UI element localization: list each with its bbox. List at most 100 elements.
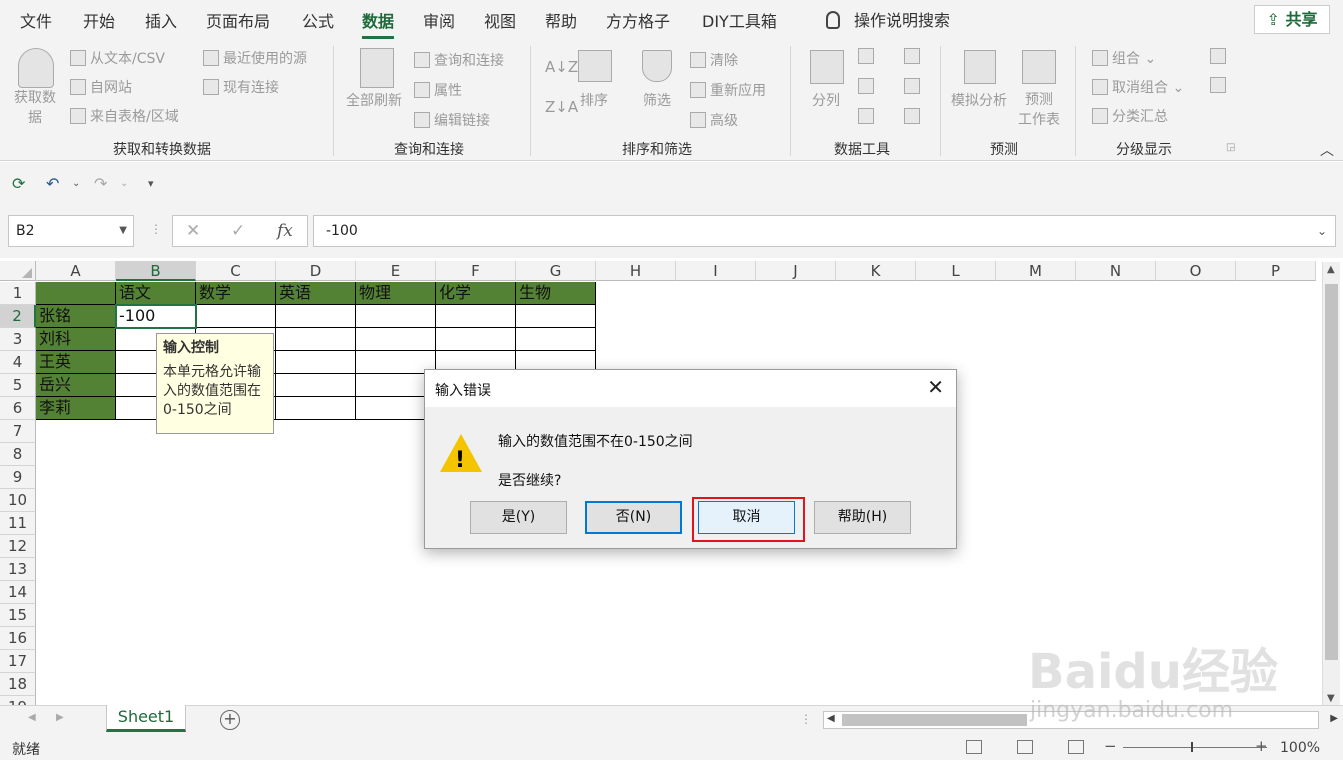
page-layout-view-icon[interactable] xyxy=(1017,740,1033,754)
expand-formula-icon[interactable]: ⌄ xyxy=(1317,216,1327,246)
zoom-out-icon[interactable]: − xyxy=(1104,737,1117,755)
row-header-12[interactable]: 12 xyxy=(0,535,36,558)
column-header-i[interactable]: I xyxy=(676,261,756,281)
vertical-scrollbar[interactable]: ▲ ▼ xyxy=(1322,262,1340,706)
column-header-b[interactable]: B xyxy=(116,261,196,281)
cell-a5[interactable]: 岳兴 xyxy=(36,374,116,397)
collapse-ribbon-icon[interactable]: ︿ xyxy=(1320,140,1334,160)
close-icon[interactable]: ✕ xyxy=(927,375,944,399)
autosave-icon[interactable]: ⟳ xyxy=(12,174,25,193)
row-header-4[interactable]: 4 xyxy=(0,351,36,374)
what-if-button[interactable]: 模拟分析 xyxy=(951,90,1007,110)
scroll-right-icon[interactable]: ▶ xyxy=(1330,713,1338,724)
text-to-columns-button[interactable]: 分列 xyxy=(812,90,840,110)
vertical-scroll-thumb[interactable] xyxy=(1325,284,1338,660)
hide-detail-button[interactable] xyxy=(1210,77,1230,94)
row-header-15[interactable]: 15 xyxy=(0,604,36,627)
next-sheet-icon[interactable]: ▶ xyxy=(56,712,64,723)
no-button[interactable]: 否(N) xyxy=(585,501,682,534)
cell-f2[interactable] xyxy=(436,305,516,328)
column-header-j[interactable]: J xyxy=(756,261,836,281)
tab-formulas[interactable]: 公式 xyxy=(302,8,334,32)
column-header-o[interactable]: O xyxy=(1156,261,1236,281)
cell-e3[interactable] xyxy=(356,328,436,351)
row-header-7[interactable]: 7 xyxy=(0,420,36,443)
row-header-5[interactable]: 5 xyxy=(0,374,36,397)
column-header-k[interactable]: K xyxy=(836,261,916,281)
cell-a6[interactable]: 李莉 xyxy=(36,397,116,420)
row-header-14[interactable]: 14 xyxy=(0,581,36,604)
normal-view-icon[interactable] xyxy=(966,740,982,754)
reapply-button[interactable]: 重新应用 xyxy=(690,80,766,100)
tab-page-layout[interactable]: 页面布局 xyxy=(206,8,270,32)
ungroup-button[interactable]: 取消组合 ⌄ xyxy=(1092,77,1184,97)
row-header-16[interactable]: 16 xyxy=(0,627,36,650)
flash-fill-button[interactable] xyxy=(858,48,878,65)
subtotal-button[interactable]: 分类汇总 xyxy=(1092,106,1168,126)
advanced-button[interactable]: 高级 xyxy=(690,110,738,130)
cell-e2[interactable] xyxy=(356,305,436,328)
column-header-l[interactable]: L xyxy=(916,261,996,281)
cell-g3[interactable] xyxy=(516,328,596,351)
properties-button[interactable]: 属性 xyxy=(414,80,462,100)
zoom-in-icon[interactable]: + xyxy=(1255,737,1268,755)
zoom-level[interactable]: 100% xyxy=(1280,740,1320,756)
name-box[interactable]: B2 ▼ xyxy=(8,215,134,247)
yes-button[interactable]: 是(Y) xyxy=(470,501,567,534)
sort-za-icon[interactable]: Z↓A xyxy=(545,98,578,116)
row-header-19[interactable]: 19 xyxy=(0,696,36,705)
cell-b1[interactable]: 语文 xyxy=(116,282,196,305)
row-header-13[interactable]: 13 xyxy=(0,558,36,581)
group-button[interactable]: 组合 ⌄ xyxy=(1092,48,1156,68)
sort-az-icon[interactable]: A↓Z xyxy=(545,58,578,76)
redo-icon[interactable]: ↷ xyxy=(94,174,107,193)
cell-d1[interactable]: 英语 xyxy=(276,282,356,305)
row-header-10[interactable]: 10 xyxy=(0,489,36,512)
cell-c1[interactable]: 数学 xyxy=(196,282,276,305)
data-validation-button[interactable] xyxy=(858,108,878,125)
insert-function-icon[interactable]: fx xyxy=(277,221,293,241)
tab-view[interactable]: 视图 xyxy=(484,8,516,32)
share-button[interactable]: ⇪ 共享 xyxy=(1254,5,1330,34)
cell-f3[interactable] xyxy=(436,328,516,351)
tab-file[interactable]: 文件 xyxy=(20,8,52,32)
row-header-2[interactable]: 2 xyxy=(0,305,36,328)
column-header-h[interactable]: H xyxy=(596,261,676,281)
column-header-m[interactable]: M xyxy=(996,261,1076,281)
cell-f1[interactable]: 化学 xyxy=(436,282,516,305)
row-header-11[interactable]: 11 xyxy=(0,512,36,535)
tell-me-search[interactable]: 操作说明搜索 xyxy=(826,7,950,31)
cell-a4[interactable]: 王英 xyxy=(36,351,116,374)
outline-launcher-icon[interactable]: ◲ xyxy=(1226,142,1235,153)
tab-review[interactable]: 审阅 xyxy=(423,8,455,32)
row-header-8[interactable]: 8 xyxy=(0,443,36,466)
cell-d5[interactable] xyxy=(276,374,356,397)
undo-icon[interactable]: ↶ xyxy=(46,174,59,193)
undo-dropdown-icon[interactable]: ⌄ xyxy=(72,178,80,189)
column-header-f[interactable]: F xyxy=(436,261,516,281)
page-break-view-icon[interactable] xyxy=(1068,740,1084,754)
cell-a2[interactable]: 张铭 xyxy=(36,305,116,328)
column-header-d[interactable]: D xyxy=(276,261,356,281)
filter-button[interactable]: 筛选 xyxy=(643,90,671,110)
cell-d3[interactable] xyxy=(276,328,356,351)
cell-e1[interactable]: 物理 xyxy=(356,282,436,305)
column-header-e[interactable]: E xyxy=(356,261,436,281)
tab-split-grip-icon[interactable]: ⋮ xyxy=(800,712,812,726)
sheet-tab-sheet1[interactable]: Sheet1 xyxy=(106,705,186,732)
cell-a1[interactable] xyxy=(36,282,116,305)
cell-a3[interactable]: 刘科 xyxy=(36,328,116,351)
recent-sources-button[interactable]: 最近使用的源 xyxy=(203,48,307,68)
row-header-17[interactable]: 17 xyxy=(0,650,36,673)
row-header-1[interactable]: 1 xyxy=(0,282,36,305)
help-button[interactable]: 帮助(H) xyxy=(814,501,911,534)
column-header-p[interactable]: P xyxy=(1236,261,1316,281)
from-web-button[interactable]: 自网站 xyxy=(70,77,132,97)
row-header-18[interactable]: 18 xyxy=(0,673,36,696)
zoom-slider-knob[interactable] xyxy=(1191,742,1193,752)
remove-duplicates-button[interactable] xyxy=(858,78,878,95)
cell-d4[interactable] xyxy=(276,351,356,374)
tab-insert[interactable]: 插入 xyxy=(145,8,177,32)
tab-data[interactable]: 数据 xyxy=(362,8,395,39)
consolidate-button[interactable] xyxy=(904,48,924,65)
